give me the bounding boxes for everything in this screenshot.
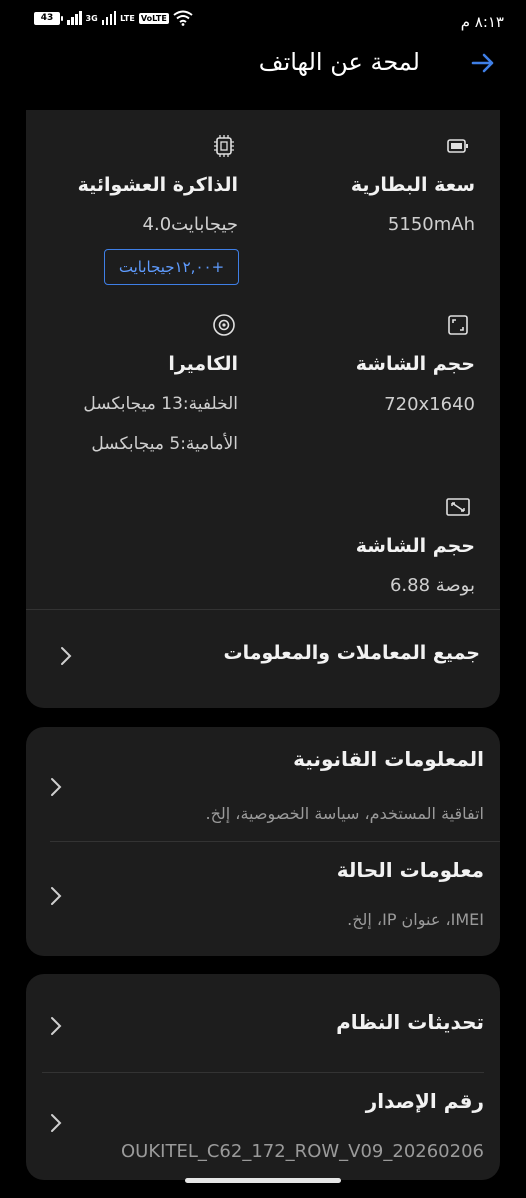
legal-info-title: المعلومات القانونية xyxy=(293,747,484,771)
legal-info-subtitle: اتفاقية المستخدم، سياسة الخصوصية، إلخ. xyxy=(205,804,484,823)
arrow-right-icon[interactable] xyxy=(468,48,498,78)
network-lte-label: LTE xyxy=(120,13,135,23)
all-params-label: جميع المعاملات والمعلومات xyxy=(223,642,481,664)
home-indicator[interactable] xyxy=(185,1178,341,1183)
signal-icon xyxy=(67,11,82,25)
signal-icon-2 xyxy=(101,11,117,25)
legal-info-row[interactable]: المعلومات القانونية اتفاقية المستخدم، سي… xyxy=(26,727,500,841)
battery-icon xyxy=(447,139,468,153)
camera-rear-value: الخلفية:13 ميجابكسل xyxy=(83,394,238,414)
camera-title: الكاميرا xyxy=(168,353,238,375)
battery-capacity-value: 5150mAh xyxy=(387,214,475,235)
screen-resolution-icon xyxy=(448,315,468,335)
status-info-title: معلومات الحالة xyxy=(336,858,484,882)
chevron-right-icon xyxy=(61,647,72,665)
screen-size-icon xyxy=(446,498,470,516)
chevron-right-icon xyxy=(51,1114,62,1132)
resolution-value: 720x1640 xyxy=(384,394,475,415)
camera-front-value: الأمامية:5 ميجابكسل xyxy=(91,434,238,454)
wifi-icon xyxy=(173,10,193,26)
status-bar: 43 3G LTE VoLTE ٨:١٣ م xyxy=(0,0,526,40)
info-card: المعلومات القانونية اتفاقية المستخدم، سي… xyxy=(26,727,500,956)
camera-icon xyxy=(213,314,235,336)
network-3g-label: 3G xyxy=(85,13,98,23)
ram-upgrade-badge[interactable]: +١٢,٠٠جيجابايت xyxy=(104,249,239,285)
build-number-row[interactable]: رقم الإصدار OUKITEL_C62_172_ROW_V09_2026… xyxy=(26,1073,500,1180)
system-updates-title: تحديثات النظام xyxy=(336,1010,484,1034)
chevron-right-icon xyxy=(51,1017,62,1035)
ram-value: 4.0جيجابايت xyxy=(142,214,238,235)
header: لمحة عن الهاتف xyxy=(0,40,526,110)
resolution-title: حجم الشاشة xyxy=(355,353,475,375)
screen-size-value: 6.88 بوصة xyxy=(389,575,475,596)
specs-card: سعة البطارية 5150mAh الذاكرة العشوائية 4… xyxy=(26,110,500,708)
build-number-title: رقم الإصدار xyxy=(365,1089,484,1113)
battery-capacity-title: سعة البطارية xyxy=(350,174,475,196)
status-info-row[interactable]: معلومات الحالة IMEI، عنوان IP، إلخ. xyxy=(26,842,500,956)
chip-icon xyxy=(214,135,234,157)
ram-title: الذاكرة العشوائية xyxy=(77,174,238,196)
chevron-right-icon xyxy=(51,778,62,796)
battery-level: 43 xyxy=(34,11,60,25)
build-number-value: OUKITEL_C62_172_ROW_V09_20260206 xyxy=(121,1141,484,1162)
battery-icon: 43 xyxy=(34,11,63,25)
page-title: لمحة عن الهاتف xyxy=(258,48,420,76)
status-icons: 43 3G LTE VoLTE xyxy=(34,10,193,26)
system-card: تحديثات النظام رقم الإصدار OUKITEL_C62_1… xyxy=(26,974,500,1180)
screen-size-title: حجم الشاشة xyxy=(355,535,475,557)
status-info-subtitle: IMEI، عنوان IP، إلخ. xyxy=(347,910,484,929)
chevron-right-icon xyxy=(51,887,62,905)
volte-label: VoLTE xyxy=(138,12,169,24)
status-time: ٨:١٣ م xyxy=(460,13,504,31)
all-params-row[interactable]: جميع المعاملات والمعلومات xyxy=(26,610,500,708)
system-updates-row[interactable]: تحديثات النظام xyxy=(26,974,500,1072)
